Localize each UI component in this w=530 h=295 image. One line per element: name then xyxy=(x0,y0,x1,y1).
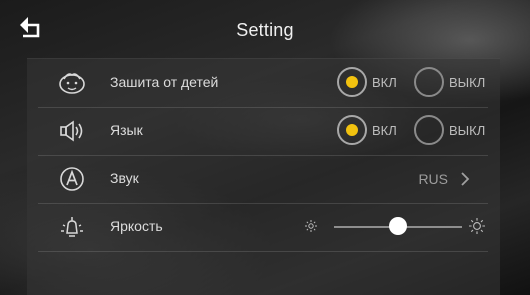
child-lock-off-label: ВЫКЛ xyxy=(449,75,486,90)
brightness-high-icon xyxy=(469,218,485,234)
setting-label-brightness: Яркость xyxy=(110,218,163,234)
child-lock-off-radio[interactable] xyxy=(414,67,444,97)
setting-row-language: Язык ВКЛ ВЫКЛ xyxy=(38,107,488,156)
language-on-radio[interactable] xyxy=(337,115,367,145)
top-bar: Setting xyxy=(0,0,530,58)
circled-a-icon xyxy=(60,167,84,191)
language-off-radio[interactable] xyxy=(414,115,444,145)
settings-screen: Setting Зашита от детей ВКЛ ВЫКЛ Язык ВК… xyxy=(0,0,530,295)
radio-selected-dot xyxy=(346,76,358,88)
page-title: Setting xyxy=(236,20,294,40)
language-on-label: ВКЛ xyxy=(372,123,397,138)
speaker-icon xyxy=(60,120,83,142)
language-off-label: ВЫКЛ xyxy=(449,123,486,138)
setting-row-sound[interactable]: Звук RUS xyxy=(38,155,488,204)
setting-row-brightness: Яркость xyxy=(38,203,488,252)
child-lock-on-label: ВКЛ xyxy=(372,75,397,90)
radio-selected-dot xyxy=(346,124,358,136)
setting-label-child-lock: Зашита от детей xyxy=(110,74,219,90)
brightness-slider-knob[interactable] xyxy=(389,217,407,235)
child-lock-on-radio[interactable] xyxy=(337,67,367,97)
brightness-low-icon xyxy=(305,220,317,232)
setting-row-child-lock: Зашита от детей ВКЛ ВЫКЛ xyxy=(38,59,488,108)
sound-value: RUS xyxy=(418,171,448,187)
child-face-icon xyxy=(59,73,85,94)
chevron-right-icon[interactable] xyxy=(460,172,470,186)
setting-label-language: Язык xyxy=(110,122,143,138)
settings-panel: Зашита от детей ВКЛ ВЫКЛ Язык ВКЛ ВЫКЛ З… xyxy=(27,58,500,295)
bulb-icon xyxy=(61,217,83,237)
setting-label-sound: Звук xyxy=(110,170,139,186)
